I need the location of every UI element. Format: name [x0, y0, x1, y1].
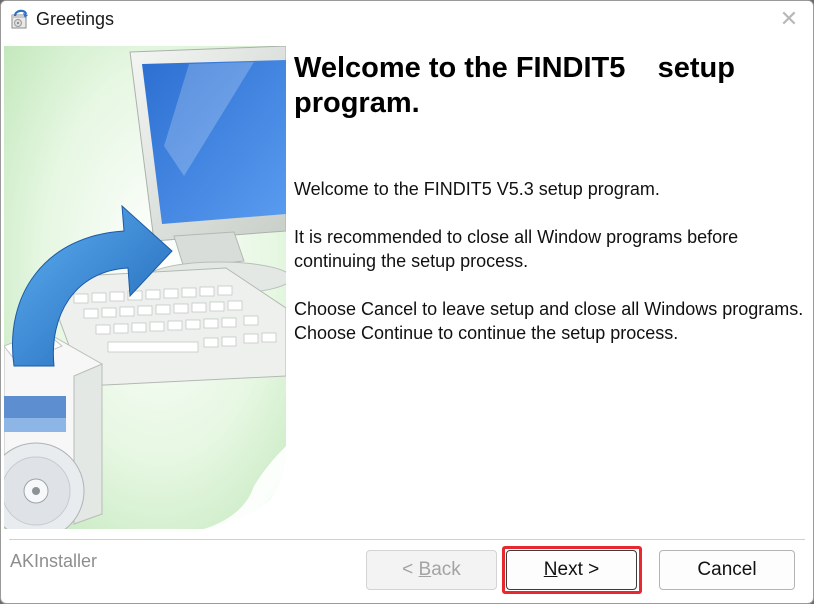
welcome-content: Welcome to the FINDIT5 setup program. We… [294, 51, 806, 343]
window-title: Greetings [36, 9, 115, 29]
next-button[interactable]: Next > [506, 550, 637, 590]
close-icon[interactable]: ✕ [773, 5, 805, 33]
next-accel: N [543, 559, 558, 580]
back-accel: B [418, 559, 432, 580]
recommendation-paragraph: It is recommended to close all Window pr… [294, 227, 739, 271]
setup-app-icon [11, 9, 28, 29]
cancel-button[interactable]: Cancel [659, 550, 795, 590]
welcome-heading: Welcome to the FINDIT5 setup program. [294, 52, 744, 119]
welcome-paragraph-1: Welcome to the FINDIT5 V5.3 setup progra… [294, 179, 660, 199]
next-rest: ext > [557, 559, 600, 580]
title-bar: Greetings ✕ [1, 1, 813, 39]
back-prefix: < [402, 559, 419, 580]
back-button[interactable]: < Back [366, 550, 497, 590]
computer-installer-illustration [4, 46, 286, 529]
setup-window: Greetings ✕ Welcome to the FINDIT5 setup… [0, 0, 814, 604]
footer-divider [9, 539, 805, 540]
installer-brand: AKInstaller [10, 551, 98, 571]
back-rest: ack [431, 559, 461, 580]
instructions-paragraph: Choose Cancel to leave setup and close a… [294, 299, 804, 343]
